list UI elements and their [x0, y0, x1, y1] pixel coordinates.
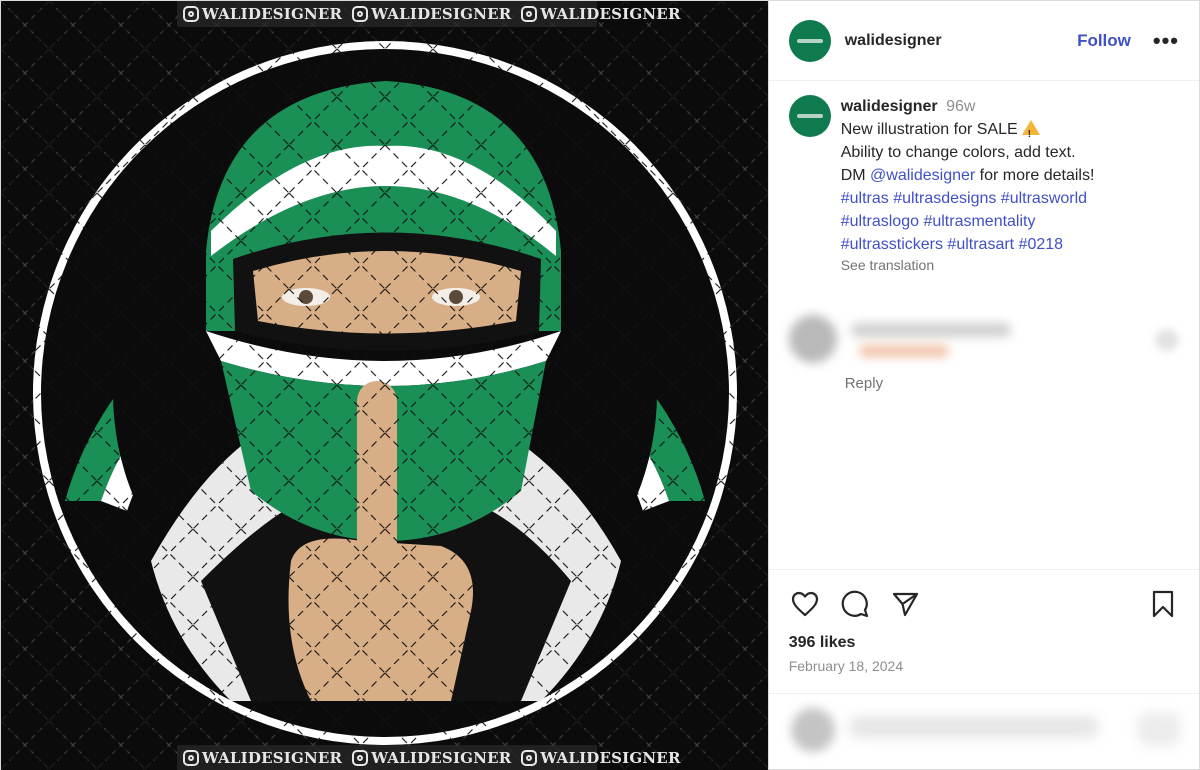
caption-line3-suffix: for more details! [975, 167, 1095, 184]
reply-button[interactable]: Reply [845, 375, 883, 392]
instagram-icon [521, 6, 538, 22]
watermark-item: WALIDESIGNER [521, 5, 680, 23]
caption-line1: New illustration for SALE [840, 121, 1018, 138]
caption-body: walidesigner 96w New illustration for SA… [841, 95, 1095, 277]
instagram-post: WALIDESIGNER WALIDESIGNER WALIDESIGNER W… [0, 0, 1200, 770]
watermark-item: WALIDESIGNER [183, 749, 342, 767]
warning-icon [1021, 120, 1040, 146]
see-translation-link[interactable]: See translation [841, 254, 1095, 277]
bookmark-icon[interactable] [1147, 588, 1179, 620]
more-horizontal-icon[interactable]: ••• [1153, 29, 1179, 52]
instagram-icon [183, 750, 199, 766]
comment-input-blurred[interactable] [848, 716, 1099, 738]
blurred-comment: Reply [788, 313, 1179, 393]
comment-like-icon[interactable] [1154, 329, 1179, 351]
illustration-balaclava [1, 1, 768, 770]
instagram-icon [352, 6, 369, 22]
avatar[interactable] [788, 95, 831, 137]
follow-button[interactable]: Follow [1077, 31, 1131, 51]
caption-line2: Ability to change colors, add text. [840, 144, 1076, 161]
actions-area: 396 likes February 18, 2024 [768, 569, 1199, 693]
instagram-icon [352, 750, 369, 766]
post-date: February 18, 2024 [788, 658, 904, 674]
caption-area: walidesigner 96w New illustration for SA… [769, 81, 1199, 569]
watermark-bottom: WALIDESIGNER WALIDESIGNER WALIDESIGNER [177, 745, 680, 770]
post-header: walidesigner Follow ••• [768, 1, 1199, 81]
caption-time[interactable]: 96w [946, 98, 975, 115]
instagram-icon [521, 750, 538, 766]
caption: walidesigner 96w New illustration for SA… [788, 95, 1179, 277]
hashtags-line3[interactable]: #ultrasstickers #ultrasart #0218 [841, 233, 1095, 256]
post-sidebar: walidesigner Follow ••• walidesigner 96w… [767, 1, 1199, 770]
avatar-logo [796, 114, 823, 118]
post-button-blurred[interactable] [1137, 712, 1181, 746]
avatar-logo [796, 38, 823, 43]
action-bar [789, 588, 1179, 620]
watermark-top: WALIDESIGNER WALIDESIGNER WALIDESIGNER [177, 1, 680, 27]
hashtags-line2[interactable]: #ultraslogo #ultrasmentality [841, 210, 1095, 233]
likes-count[interactable]: 396 likes [789, 634, 1179, 652]
instagram-icon [183, 6, 199, 22]
watermark-item: WALIDESIGNER [352, 749, 511, 767]
post-image[interactable]: WALIDESIGNER WALIDESIGNER WALIDESIGNER W… [1, 1, 768, 770]
avatar[interactable] [788, 315, 837, 363]
avatar [790, 708, 835, 752]
add-comment-area [768, 693, 1199, 770]
watermark-item: WALIDESIGNER [521, 749, 680, 767]
watermark-item: WALIDESIGNER [183, 5, 342, 23]
header-username[interactable]: walidesigner [845, 32, 942, 50]
caption-line3-prefix: DM [840, 167, 871, 184]
comment-username-blurred [850, 323, 1011, 337]
share-icon[interactable] [889, 588, 921, 620]
avatar[interactable] [788, 19, 831, 62]
watermark-item: WALIDESIGNER [352, 5, 511, 23]
comment-icon[interactable] [839, 588, 871, 620]
hashtags-line1[interactable]: #ultras #ultrasdesigns #ultrasworld [841, 187, 1095, 210]
heart-icon[interactable] [789, 588, 821, 620]
caption-username[interactable]: walidesigner [841, 98, 938, 115]
comment-text-blurred [858, 345, 949, 357]
mention-link[interactable]: @walidesigner [870, 167, 975, 184]
